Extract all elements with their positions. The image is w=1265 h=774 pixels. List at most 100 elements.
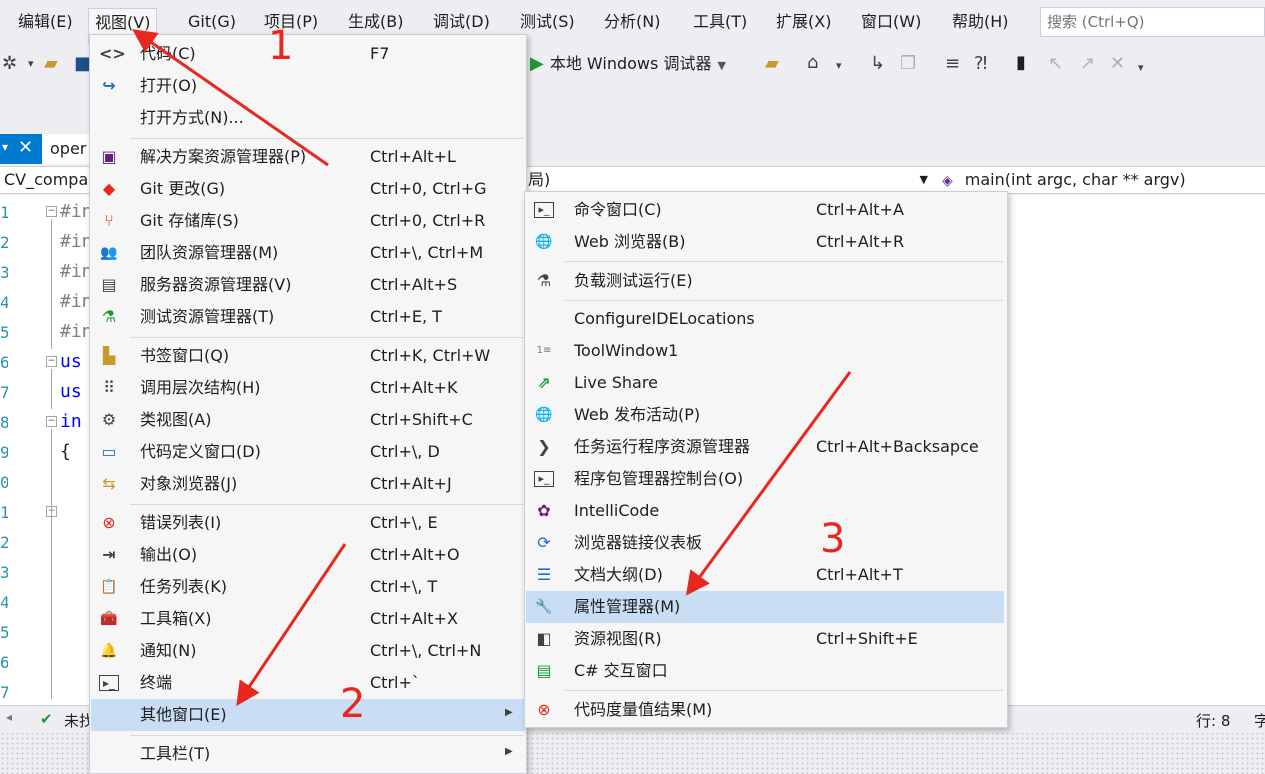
annotation-step-1: 1 bbox=[268, 23, 294, 69]
wrench-icon: 🔧 bbox=[535, 599, 553, 615]
menu-debug[interactable]: 调试(D) bbox=[427, 8, 496, 36]
fold-toggle[interactable]: − bbox=[46, 416, 57, 427]
menu-item-live-share[interactable]: ⇗ Live Share bbox=[526, 367, 1004, 399]
prev-bookmark-icon[interactable]: ↖ bbox=[1048, 54, 1063, 74]
dropdown-caret-icon[interactable]: ▾ bbox=[836, 56, 842, 76]
status-scroll-icon: ◂ bbox=[6, 710, 13, 724]
menu-item-web-browser[interactable]: 🌐 Web 浏览器(B) Ctrl+Alt+R bbox=[526, 226, 1004, 258]
menu-item-label: ConfigureIDELocations bbox=[574, 309, 755, 328]
menu-item-git-changes[interactable]: ◆ Git 更改(G) Ctrl+0, Ctrl+G bbox=[91, 173, 525, 205]
menu-item-terminal[interactable]: ▸_ 终端 Ctrl+` bbox=[91, 667, 525, 699]
member-dropdown-label: main(int argc, char ** argv) bbox=[964, 170, 1186, 189]
menu-item-code-definition[interactable]: ▭ 代码定义窗口(D) Ctrl+\, D bbox=[91, 436, 525, 468]
menu-item-shortcut: Ctrl+Alt+K bbox=[370, 378, 458, 397]
menu-item-resource-view[interactable]: ◧ 资源视图(R) Ctrl+Shift+E bbox=[526, 623, 1004, 655]
menu-item-task-runner[interactable]: ❯ 任务运行程序资源管理器 Ctrl+Alt+Backsapce bbox=[526, 431, 1004, 463]
copy-icon[interactable]: ❐ bbox=[900, 54, 916, 74]
dropdown-caret-icon[interactable]: ▾ bbox=[1138, 58, 1144, 78]
menu-item-property-manager[interactable]: 🔧 属性管理器(M) bbox=[526, 591, 1004, 623]
menu-separator bbox=[565, 261, 1003, 262]
menu-item-shortcut: Ctrl+Alt+Backsapce bbox=[816, 437, 979, 456]
menu-item-label: 代码度量值结果(M) bbox=[574, 700, 713, 719]
menu-item-call-hierarchy[interactable]: ⠿ 调用层次结构(H) Ctrl+Alt+K bbox=[91, 372, 525, 404]
menu-item-task-list[interactable]: 📋 任务列表(K) Ctrl+\, T bbox=[91, 571, 525, 603]
menu-separator bbox=[565, 690, 1003, 691]
menu-item-shortcut: Ctrl+` bbox=[370, 673, 420, 692]
home-icon[interactable]: ⌂ bbox=[807, 53, 818, 73]
menu-item-error-list[interactable]: ⊗ 错误列表(I) Ctrl+\, E bbox=[91, 507, 525, 539]
search-input[interactable] bbox=[1041, 8, 1264, 36]
comment-icon[interactable]: ⁈ bbox=[974, 54, 987, 74]
document-tab-label[interactable]: oper bbox=[42, 134, 92, 164]
bookmark-window-icon: ▙ bbox=[102, 346, 116, 365]
find-in-files-icon[interactable]: ▰ bbox=[765, 54, 779, 74]
menu-test[interactable]: 测试(S) bbox=[514, 8, 581, 36]
menu-item-solution-explorer[interactable]: ▣ 解决方案资源管理器(P) Ctrl+Alt+L bbox=[91, 141, 525, 173]
menu-git[interactable]: Git(G) bbox=[182, 8, 242, 36]
search-box[interactable] bbox=[1040, 7, 1265, 37]
menu-item-intellicode[interactable]: ✿ IntelliCode bbox=[526, 495, 1004, 527]
menu-item-code-metrics[interactable]: ⊗ 代码度量值结果(M) bbox=[526, 694, 1004, 726]
menu-item-output[interactable]: ⇥ 输出(O) Ctrl+Alt+O bbox=[91, 539, 525, 571]
menu-build[interactable]: 生成(B) bbox=[342, 8, 409, 36]
menu-item-configure-ide-locations[interactable]: ConfigureIDELocations bbox=[526, 303, 1004, 335]
fold-toggle[interactable]: − bbox=[46, 356, 57, 367]
menu-item-label: Web 浏览器(B) bbox=[574, 232, 686, 251]
menu-edit[interactable]: 编辑(E) bbox=[12, 8, 79, 36]
menu-help[interactable]: 帮助(H) bbox=[946, 8, 1015, 36]
menu-item-other-windows[interactable]: 其他窗口(E) ▶ bbox=[91, 699, 525, 731]
menu-item-label: 命令窗口(C) bbox=[574, 200, 662, 219]
menu-item-label: Live Share bbox=[574, 373, 658, 392]
menu-item-toolwindow1[interactable]: 1≡ ToolWindow1 bbox=[526, 335, 1004, 367]
menu-item-server-explorer[interactable]: ▤ 服务器资源管理器(V) Ctrl+Alt+S bbox=[91, 269, 525, 301]
menu-item-label: 属性管理器(M) bbox=[574, 597, 681, 616]
menu-item-toolbox[interactable]: 🧰 工具箱(X) Ctrl+Alt+X bbox=[91, 603, 525, 635]
active-document-tab[interactable]: ▾ ✕ bbox=[0, 134, 42, 164]
close-icon[interactable]: ✕ bbox=[18, 137, 33, 158]
menu-analyze[interactable]: 分析(N) bbox=[598, 8, 666, 36]
menu-tools[interactable]: 工具(T) bbox=[687, 8, 753, 36]
menu-item-code[interactable]: <> 代码(C) F7 bbox=[91, 38, 525, 70]
step-icon[interactable]: ↳ bbox=[870, 54, 885, 74]
bookmark-icon[interactable]: ▮ bbox=[1016, 53, 1026, 73]
menu-item-document-outline[interactable]: ☰ 文档大纲(D) Ctrl+Alt+T bbox=[526, 559, 1004, 591]
menu-item-browser-link-dashboard[interactable]: ⟳ 浏览器链接仪表板 bbox=[526, 527, 1004, 559]
menu-item-git-repository[interactable]: ⑂ Git 存储库(S) Ctrl+0, Ctrl+R bbox=[91, 205, 525, 237]
menu-item-open[interactable]: ↪ 打开(O) bbox=[91, 70, 525, 102]
menu-item-toolbars[interactable]: 工具栏(T) ▶ bbox=[91, 738, 525, 770]
menu-item-team-explorer[interactable]: 👥 团队资源管理器(M) Ctrl+\, Ctrl+M bbox=[91, 237, 525, 269]
clear-bookmark-icon[interactable]: ✕ bbox=[1110, 54, 1125, 74]
menu-extensions[interactable]: 扩展(X) bbox=[770, 8, 837, 36]
new-project-icon[interactable]: ✲ bbox=[2, 54, 17, 74]
menu-item-object-browser[interactable]: ⇆ 对象浏览器(J) Ctrl+Alt+J bbox=[91, 468, 525, 500]
menu-item-open-with[interactable]: 打开方式(N)... bbox=[91, 102, 525, 134]
menu-item-bookmark-window[interactable]: ▙ 书签窗口(Q) Ctrl+K, Ctrl+W bbox=[91, 340, 525, 372]
menu-item-shortcut: Ctrl+Alt+J bbox=[370, 474, 452, 493]
indent-icon[interactable]: ≡ bbox=[945, 54, 960, 74]
menu-item-test-explorer[interactable]: ⚗ 测试资源管理器(T) Ctrl+E, T bbox=[91, 301, 525, 333]
browser-link-icon: ⟳ bbox=[537, 533, 551, 552]
fold-toggle[interactable]: − bbox=[46, 206, 57, 217]
menu-item-csharp-interactive[interactable]: ▤ C# 交互窗口 bbox=[526, 655, 1004, 687]
start-debugging-button[interactable]: ▶ 本地 Windows 调试器 ▼ bbox=[530, 52, 726, 76]
menu-item-web-publish[interactable]: 🌐 Web 发布活动(P) bbox=[526, 399, 1004, 431]
chevron-down-icon[interactable]: ▼ bbox=[717, 59, 725, 72]
menu-item-notifications[interactable]: 🔔 通知(N) Ctrl+\, Ctrl+N bbox=[91, 635, 525, 667]
menu-item-label: 调用层次结构(H) bbox=[140, 378, 261, 397]
status-line-number[interactable]: 行: 8 bbox=[1196, 710, 1230, 731]
tab-pin-icon[interactable]: ▾ bbox=[2, 140, 8, 154]
menu-window[interactable]: 窗口(W) bbox=[855, 8, 927, 36]
menu-item-label: Git 更改(G) bbox=[140, 179, 226, 198]
menu-item-class-view[interactable]: ⚙ 类视图(A) Ctrl+Shift+C bbox=[91, 404, 525, 436]
dropdown-caret-icon[interactable]: ▾ bbox=[28, 54, 34, 74]
menu-item-load-test[interactable]: ⚗ 负载测试运行(E) bbox=[526, 265, 1004, 297]
open-folder-icon[interactable]: ▰ bbox=[44, 54, 58, 74]
menu-item-shortcut: Ctrl+Alt+A bbox=[816, 200, 904, 219]
project-dropdown[interactable]: CV_compar bbox=[0, 167, 90, 195]
code-definition-icon: ▭ bbox=[101, 442, 117, 461]
line-number: 1 bbox=[0, 203, 8, 222]
next-bookmark-icon[interactable]: ↗ bbox=[1080, 54, 1095, 74]
line-number: 4 bbox=[0, 593, 8, 612]
menu-item-package-manager-console[interactable]: ▸_ 程序包管理器控制台(O) bbox=[526, 463, 1004, 495]
menu-item-command-window[interactable]: ▸_ 命令窗口(C) Ctrl+Alt+A bbox=[526, 194, 1004, 226]
